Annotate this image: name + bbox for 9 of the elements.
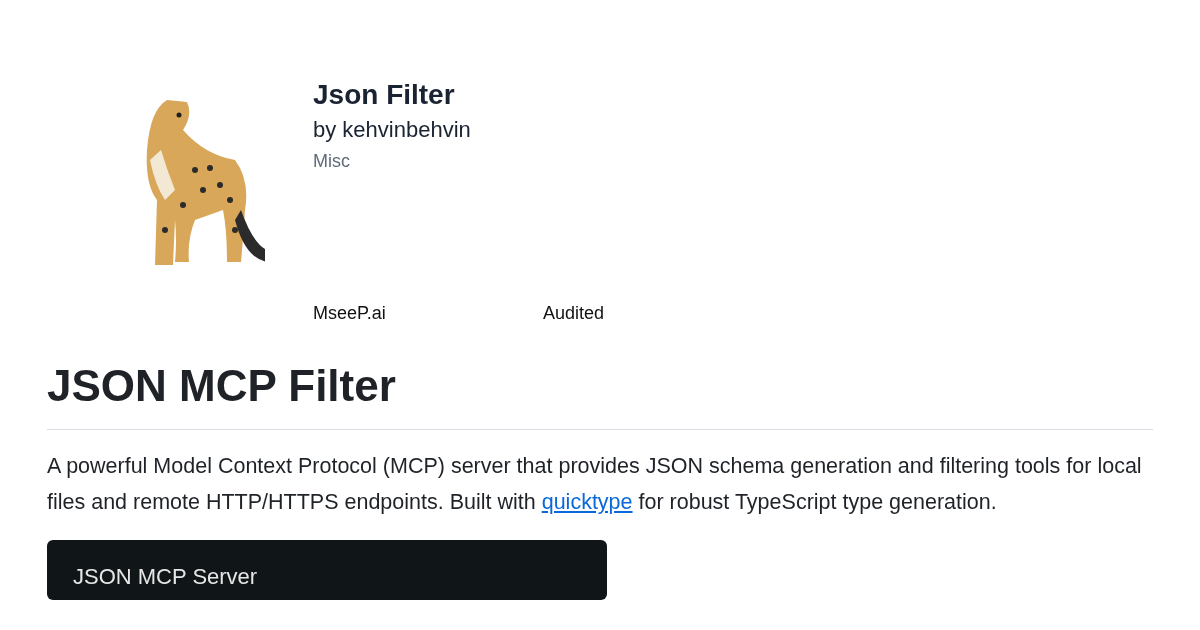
category-label: Misc	[313, 151, 351, 172]
badge-label: MseeP.ai	[313, 303, 387, 324]
badge-label: Audited	[543, 303, 606, 324]
code-block-title: JSON MCP Server	[73, 563, 258, 590]
author-name: by kehvinbehvin	[313, 117, 472, 143]
intro-paragraph: A powerful Model Context Protocol (MCP) server that provides JSON schema generation and filtering tools for local files and remote HTTP/HTTPS endpoints. Built with quicktype for robust TypeScript type generation.	[47, 452, 1143, 516]
readme-heading: JSON MCP Filter	[47, 360, 397, 412]
quicktype-link[interactable]: quicktype	[541, 489, 633, 514]
app-title: Json Filter	[313, 79, 456, 111]
